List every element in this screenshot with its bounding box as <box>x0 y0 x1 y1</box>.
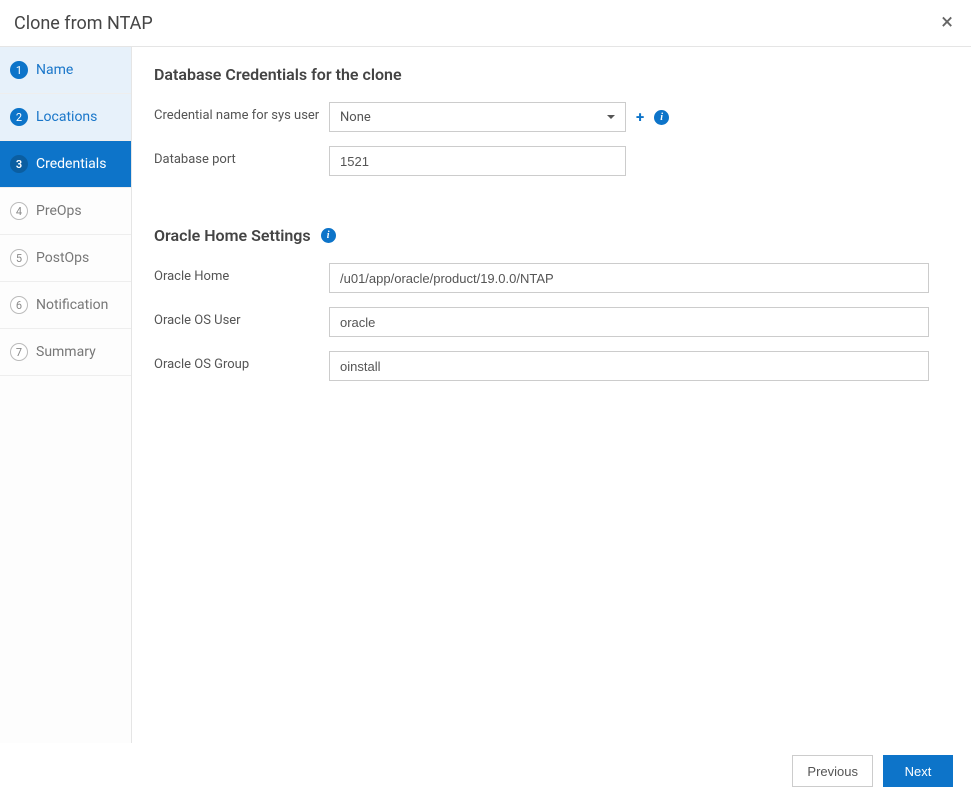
label-oracle-os-group: Oracle OS Group <box>154 351 329 372</box>
add-credential-icon[interactable]: + <box>636 108 644 126</box>
dialog-header: Clone from NTAP × <box>0 0 971 47</box>
section-oracle-home: Oracle Home Settings i Oracle Home Oracl… <box>154 226 931 381</box>
label-credential-name: Credential name for sys user <box>154 102 329 123</box>
section-db-credentials-title: Database Credentials for the clone <box>154 65 931 84</box>
section-oracle-home-title: Oracle Home Settings i <box>154 226 931 245</box>
info-icon[interactable]: i <box>321 228 336 243</box>
dialog-title: Clone from NTAP <box>14 13 153 34</box>
input-oracle-os-user[interactable] <box>329 307 929 337</box>
select-credential-name[interactable]: None <box>329 102 626 132</box>
input-oracle-home[interactable] <box>329 263 929 293</box>
row-oracle-os-user: Oracle OS User <box>154 307 931 337</box>
step-label: Locations <box>36 109 97 125</box>
step-number: 1 <box>10 61 28 79</box>
wizard-content: Database Credentials for the clone Crede… <box>132 47 971 743</box>
step-postops[interactable]: 5 PostOps <box>0 235 131 282</box>
step-label: PreOps <box>36 203 82 219</box>
clone-wizard-dialog: Clone from NTAP × 1 Name 2 Locations 3 C… <box>0 0 971 799</box>
step-preops[interactable]: 4 PreOps <box>0 188 131 235</box>
control-credential-name: None + i <box>329 102 669 132</box>
step-locations[interactable]: 2 Locations <box>0 94 131 141</box>
label-database-port: Database port <box>154 146 329 167</box>
dialog-footer: Previous Next <box>0 743 971 799</box>
step-number: 6 <box>10 296 28 314</box>
step-label: Notification <box>36 297 108 313</box>
info-icon[interactable]: i <box>654 110 669 125</box>
wizard-sidebar: 1 Name 2 Locations 3 Credentials 4 PreOp… <box>0 47 132 743</box>
previous-button[interactable]: Previous <box>792 755 873 787</box>
step-summary[interactable]: 7 Summary <box>0 329 131 376</box>
dialog-body: 1 Name 2 Locations 3 Credentials 4 PreOp… <box>0 47 971 743</box>
label-oracle-os-user: Oracle OS User <box>154 307 329 328</box>
step-label: Credentials <box>36 156 106 172</box>
label-oracle-home: Oracle Home <box>154 263 329 284</box>
step-number: 7 <box>10 343 28 361</box>
step-notification[interactable]: 6 Notification <box>0 282 131 329</box>
input-oracle-os-group[interactable] <box>329 351 929 381</box>
next-button[interactable]: Next <box>883 755 953 787</box>
step-label: PostOps <box>36 250 89 266</box>
select-value: None <box>340 110 371 125</box>
chevron-down-icon <box>607 115 615 119</box>
step-number: 3 <box>10 155 28 173</box>
step-label: Name <box>36 62 73 78</box>
step-name[interactable]: 1 Name <box>0 47 131 94</box>
row-oracle-home: Oracle Home <box>154 263 931 293</box>
step-number: 2 <box>10 108 28 126</box>
close-icon[interactable]: × <box>941 12 953 34</box>
input-database-port[interactable] <box>329 146 626 176</box>
control-database-port <box>329 146 626 176</box>
step-label: Summary <box>36 344 96 360</box>
section-oracle-home-text: Oracle Home Settings <box>154 226 311 245</box>
row-oracle-os-group: Oracle OS Group <box>154 351 931 381</box>
step-credentials[interactable]: 3 Credentials <box>0 141 131 188</box>
row-database-port: Database port <box>154 146 931 176</box>
row-credential-name: Credential name for sys user None + i <box>154 102 931 132</box>
step-number: 5 <box>10 249 28 267</box>
step-number: 4 <box>10 202 28 220</box>
